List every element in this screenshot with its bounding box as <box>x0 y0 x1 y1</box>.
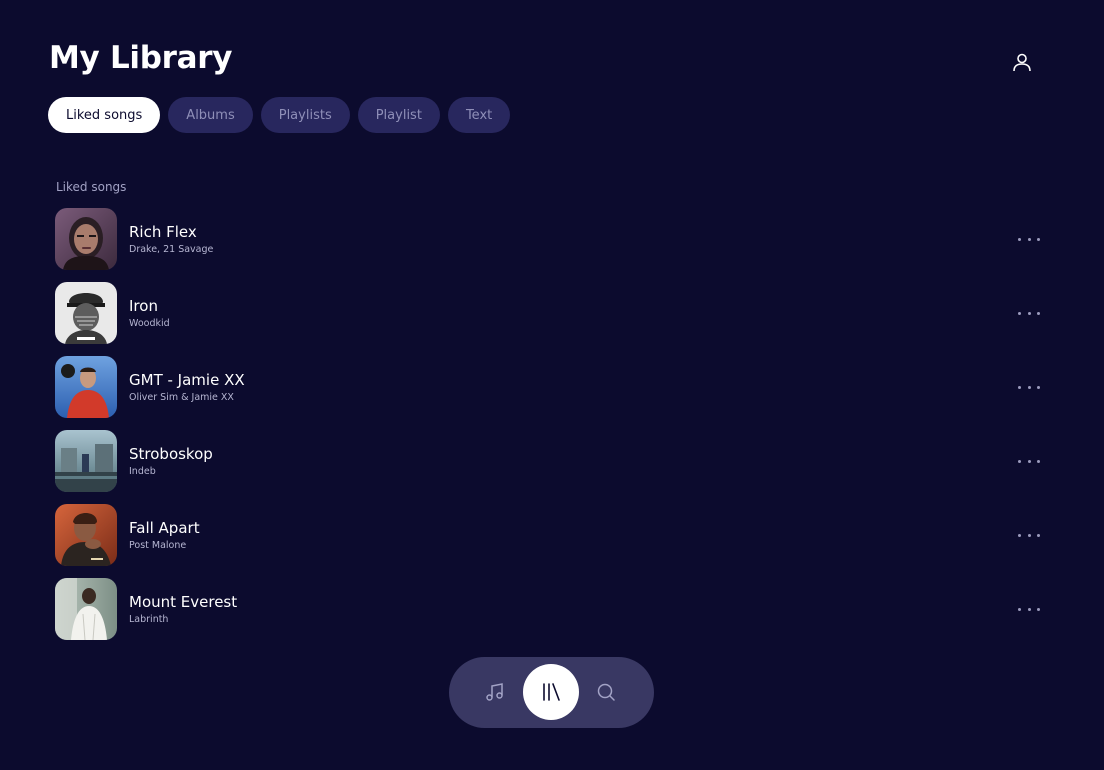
nav-search-button[interactable] <box>578 664 634 720</box>
more-options-button[interactable] <box>1018 230 1040 248</box>
filter-tabs: Liked songs Albums Playlists Playlist Te… <box>48 97 511 133</box>
more-dots-icon <box>1018 311 1021 315</box>
more-dots-icon <box>1018 237 1021 241</box>
song-title: Stroboskop <box>129 445 213 463</box>
nav-music-button[interactable] <box>467 664 523 720</box>
music-note-icon <box>486 683 503 701</box>
app-root: My Library Liked songs Albums Playlists … <box>0 0 1104 770</box>
song-artist: Indeb <box>129 466 156 477</box>
library-icon <box>543 683 560 701</box>
song-row-rich-flex[interactable]: Rich Flex Drake, 21 Savage <box>55 208 1040 270</box>
song-artist: Labrinth <box>129 614 169 625</box>
song-title: GMT - Jamie XX <box>129 371 245 389</box>
more-options-button[interactable] <box>1018 452 1040 470</box>
album-cover <box>55 208 117 270</box>
tab-playlists[interactable]: Playlists <box>260 97 350 133</box>
tab-playlist[interactable]: Playlist <box>357 97 440 133</box>
more-dots-icon <box>1018 385 1021 389</box>
song-title: Fall Apart <box>129 519 200 537</box>
album-cover <box>55 578 117 640</box>
section-label: Liked songs <box>56 180 127 194</box>
more-options-button[interactable] <box>1018 526 1040 544</box>
user-icon <box>1013 53 1031 72</box>
profile-button[interactable] <box>1008 48 1036 76</box>
album-cover <box>55 356 117 418</box>
song-title: Iron <box>129 297 158 315</box>
song-artist: Oliver Sim & Jamie XX <box>129 392 234 403</box>
nav-library-button[interactable] <box>523 664 579 720</box>
more-options-button[interactable] <box>1018 378 1040 396</box>
tab-albums[interactable]: Albums <box>168 97 253 133</box>
more-dots-icon <box>1018 533 1021 537</box>
song-artist: Woodkid <box>129 318 170 329</box>
song-row-gmt[interactable]: GMT - Jamie XX Oliver Sim & Jamie XX <box>55 356 1040 418</box>
song-artist: Drake, 21 Savage <box>129 244 214 255</box>
song-row-fall-apart[interactable]: Fall Apart Post Malone <box>55 504 1040 566</box>
song-title: Mount Everest <box>129 593 238 611</box>
album-cover <box>55 504 117 566</box>
tab-text[interactable]: Text <box>447 97 511 133</box>
more-options-button[interactable] <box>1018 600 1040 618</box>
tab-liked-songs[interactable]: Liked songs <box>48 97 161 133</box>
song-row-stroboskop[interactable]: Stroboskop Indeb <box>55 430 1040 492</box>
more-dots-icon <box>1018 607 1021 611</box>
album-cover <box>55 282 117 344</box>
song-row-iron[interactable]: Iron Woodkid <box>55 282 1040 344</box>
more-options-button[interactable] <box>1018 304 1040 322</box>
album-cover <box>55 430 117 492</box>
search-icon <box>597 683 615 701</box>
song-list: Rich Flex Drake, 21 Savage Iron Woodkid … <box>55 208 1040 652</box>
song-title: Rich Flex <box>129 223 197 241</box>
song-artist: Post Malone <box>129 540 187 551</box>
song-row-mount-everest[interactable]: Mount Everest Labrinth <box>55 578 1040 640</box>
bottom-nav-bar <box>449 657 654 728</box>
page-title: My Library <box>49 40 233 76</box>
more-dots-icon <box>1018 459 1021 463</box>
